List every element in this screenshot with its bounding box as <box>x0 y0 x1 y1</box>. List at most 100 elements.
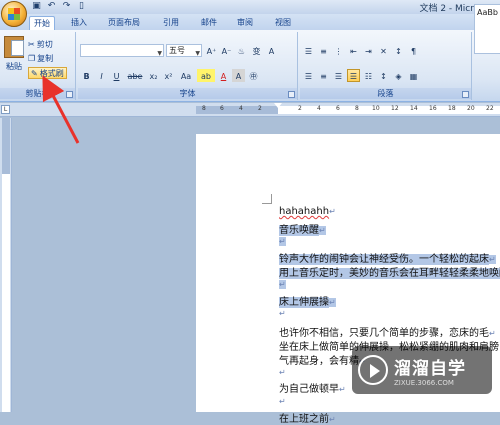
tab-view[interactable]: 视图 <box>270 16 296 30</box>
align-right-icon[interactable]: ☰ <box>332 69 345 82</box>
document-line[interactable]: hahahahh↵ <box>279 206 336 217</box>
change-case-icon[interactable]: Aa <box>177 69 195 82</box>
distributed-icon[interactable]: ☷ <box>362 69 375 82</box>
paste-label: 粘贴 <box>6 62 22 71</box>
tab-page-layout[interactable]: 页面布局 <box>102 16 146 30</box>
increase-indent-icon[interactable]: ⇥ <box>362 44 375 57</box>
vertical-ruler[interactable] <box>0 118 12 412</box>
tab-home[interactable]: 开始 <box>29 16 55 30</box>
first-line-indent-marker[interactable] <box>274 103 282 108</box>
redo-icon[interactable]: ↷ <box>61 1 72 12</box>
line-text: 用上音乐定时，美妙的音乐会在耳畔轻轻柔柔地唤醒 <box>279 268 500 279</box>
ruler-number: 18 <box>448 105 456 112</box>
font-launcher[interactable] <box>288 91 295 98</box>
paragraph-bottom-row: ☰ ≡ ☰ ☰ ☷ ↕ ◈ ▦ <box>302 69 420 82</box>
font-color-icon[interactable]: A <box>217 69 230 82</box>
cut-button[interactable]: ✂ 剪切 <box>28 38 53 50</box>
decrease-indent-icon[interactable]: ⇤ <box>347 44 360 57</box>
char-shading-icon[interactable]: A <box>232 69 245 82</box>
paragraph-mark-icon: ↵ <box>279 280 286 289</box>
underline-icon[interactable]: U <box>110 69 123 82</box>
document-line[interactable]: ↵ <box>279 236 286 247</box>
sort-icon[interactable]: ↕ <box>392 44 405 57</box>
font-name-combo[interactable]: ▼ <box>80 44 164 57</box>
tab-references[interactable]: 引用 <box>158 16 184 30</box>
quick-styles-gallery[interactable]: AaBb <box>474 4 500 54</box>
watermark-title: 溜溜自学 <box>394 358 466 379</box>
bullets-icon[interactable]: ☰ <box>302 44 315 57</box>
borders-icon[interactable]: ▦ <box>407 69 420 82</box>
paragraph-mark-icon: ↵ <box>329 415 336 424</box>
chinese-layout-icon[interactable]: ✕ <box>377 44 390 57</box>
align-center-icon[interactable]: ≡ <box>317 69 330 82</box>
paste-button[interactable]: 粘贴 <box>2 34 26 84</box>
subscript-icon[interactable]: x₂ <box>147 69 160 82</box>
italic-icon[interactable]: I <box>95 69 108 82</box>
document-line[interactable]: ↵ <box>279 308 286 319</box>
paragraph-group-label: 段落 <box>300 88 471 99</box>
enclosed-char-icon[interactable]: ㊥ <box>247 69 260 82</box>
ruler-number: 22 <box>486 105 494 112</box>
numbering-icon[interactable]: ≡ <box>317 44 330 57</box>
undo-icon[interactable]: ↶ <box>46 1 57 12</box>
line-spacing-icon[interactable]: ↕ <box>377 69 390 82</box>
office-button[interactable] <box>1 1 27 27</box>
document-line[interactable]: 为自己做顿早↵ <box>279 380 346 395</box>
bold-icon[interactable]: B <box>80 69 93 82</box>
paragraph-mark-icon: ↵ <box>319 226 326 235</box>
clear-format-icon[interactable]: ♨ <box>235 44 248 57</box>
line-text: 床上伸展操 <box>279 297 329 308</box>
highlight-icon[interactable]: ab <box>197 69 215 82</box>
office-logo-icon <box>8 8 20 20</box>
copy-button[interactable]: ❐ 复制 <box>28 52 53 64</box>
document-line[interactable]: ↵ <box>279 367 286 378</box>
document-line[interactable]: 床上伸展操↵ <box>279 293 336 308</box>
tab-insert[interactable]: 插入 <box>66 16 92 30</box>
paragraph-mark-icon: ↵ <box>489 255 496 264</box>
shrink-font-icon[interactable]: A⁻ <box>220 44 233 57</box>
horizontal-ruler[interactable]: L 8 6 4 2 2 4 6 8 10 12 14 16 18 20 22 <box>0 103 500 117</box>
ruler-number: 12 <box>391 105 399 112</box>
clipboard-launcher[interactable] <box>66 91 73 98</box>
margin-corner-mark <box>262 194 272 204</box>
phonetic-icon[interactable]: 变 <box>250 44 263 57</box>
multilevel-list-icon[interactable]: ⋮ <box>332 44 345 57</box>
char-border-icon[interactable]: A <box>265 44 278 57</box>
paragraph-launcher[interactable] <box>462 91 469 98</box>
clipboard-group-label: 剪贴板 <box>0 88 75 99</box>
show-marks-icon[interactable]: ¶ <box>407 44 420 57</box>
watermark: 溜溜自学 ZIXUE.3066.COM <box>352 346 492 394</box>
justify-icon[interactable]: ☰ <box>347 69 360 82</box>
paragraph-mark-icon: ↵ <box>279 309 286 318</box>
document-line[interactable]: ↵ <box>279 396 286 407</box>
strikethrough-icon[interactable]: abe <box>125 69 145 82</box>
document-line[interactable]: 铃声大作的闹钟会让神经受伤。一个轻松的起床↵ <box>279 250 496 265</box>
document-line[interactable]: 在上班之前↵ <box>279 410 336 425</box>
ruler-number: 14 <box>410 105 418 112</box>
clipboard-icon <box>4 36 24 58</box>
paragraph-mark-icon: ↵ <box>279 397 286 406</box>
ruler-number: 20 <box>467 105 475 112</box>
ruler-number: 4 <box>317 105 321 112</box>
tab-selector-icon[interactable]: L <box>1 105 10 114</box>
align-left-icon[interactable]: ☰ <box>302 69 315 82</box>
paragraph-mark-icon: ↵ <box>279 237 286 246</box>
ruler-number: 2 <box>258 105 262 112</box>
font-size-value: 五号 <box>169 46 185 55</box>
font-size-combo[interactable]: 五号 ▼ <box>166 44 202 57</box>
save-icon[interactable]: ▣ <box>31 1 42 12</box>
document-line[interactable]: 音乐唤醒↵ <box>279 221 326 236</box>
ruler-number: 8 <box>355 105 359 112</box>
new-doc-icon[interactable]: ▯ <box>76 1 87 12</box>
tab-mailings[interactable]: 邮件 <box>196 16 222 30</box>
shading-icon[interactable]: ◈ <box>392 69 405 82</box>
format-painter-button[interactable]: ✎ 格式刷 <box>28 67 67 79</box>
tab-review[interactable]: 审阅 <box>232 16 258 30</box>
document-line[interactable]: ↵ <box>279 279 286 290</box>
ruler-number: 2 <box>298 105 302 112</box>
ruler-number: 8 <box>202 105 206 112</box>
document-line[interactable]: 用上音乐定时，美妙的音乐会在耳畔轻轻柔柔地唤醒↵ <box>279 264 500 279</box>
superscript-icon[interactable]: x² <box>162 69 175 82</box>
document-line[interactable]: 也许你不相信，只要几个简单的步骤，恋床的毛↵ <box>279 324 496 339</box>
grow-font-icon[interactable]: A⁺ <box>205 44 218 57</box>
